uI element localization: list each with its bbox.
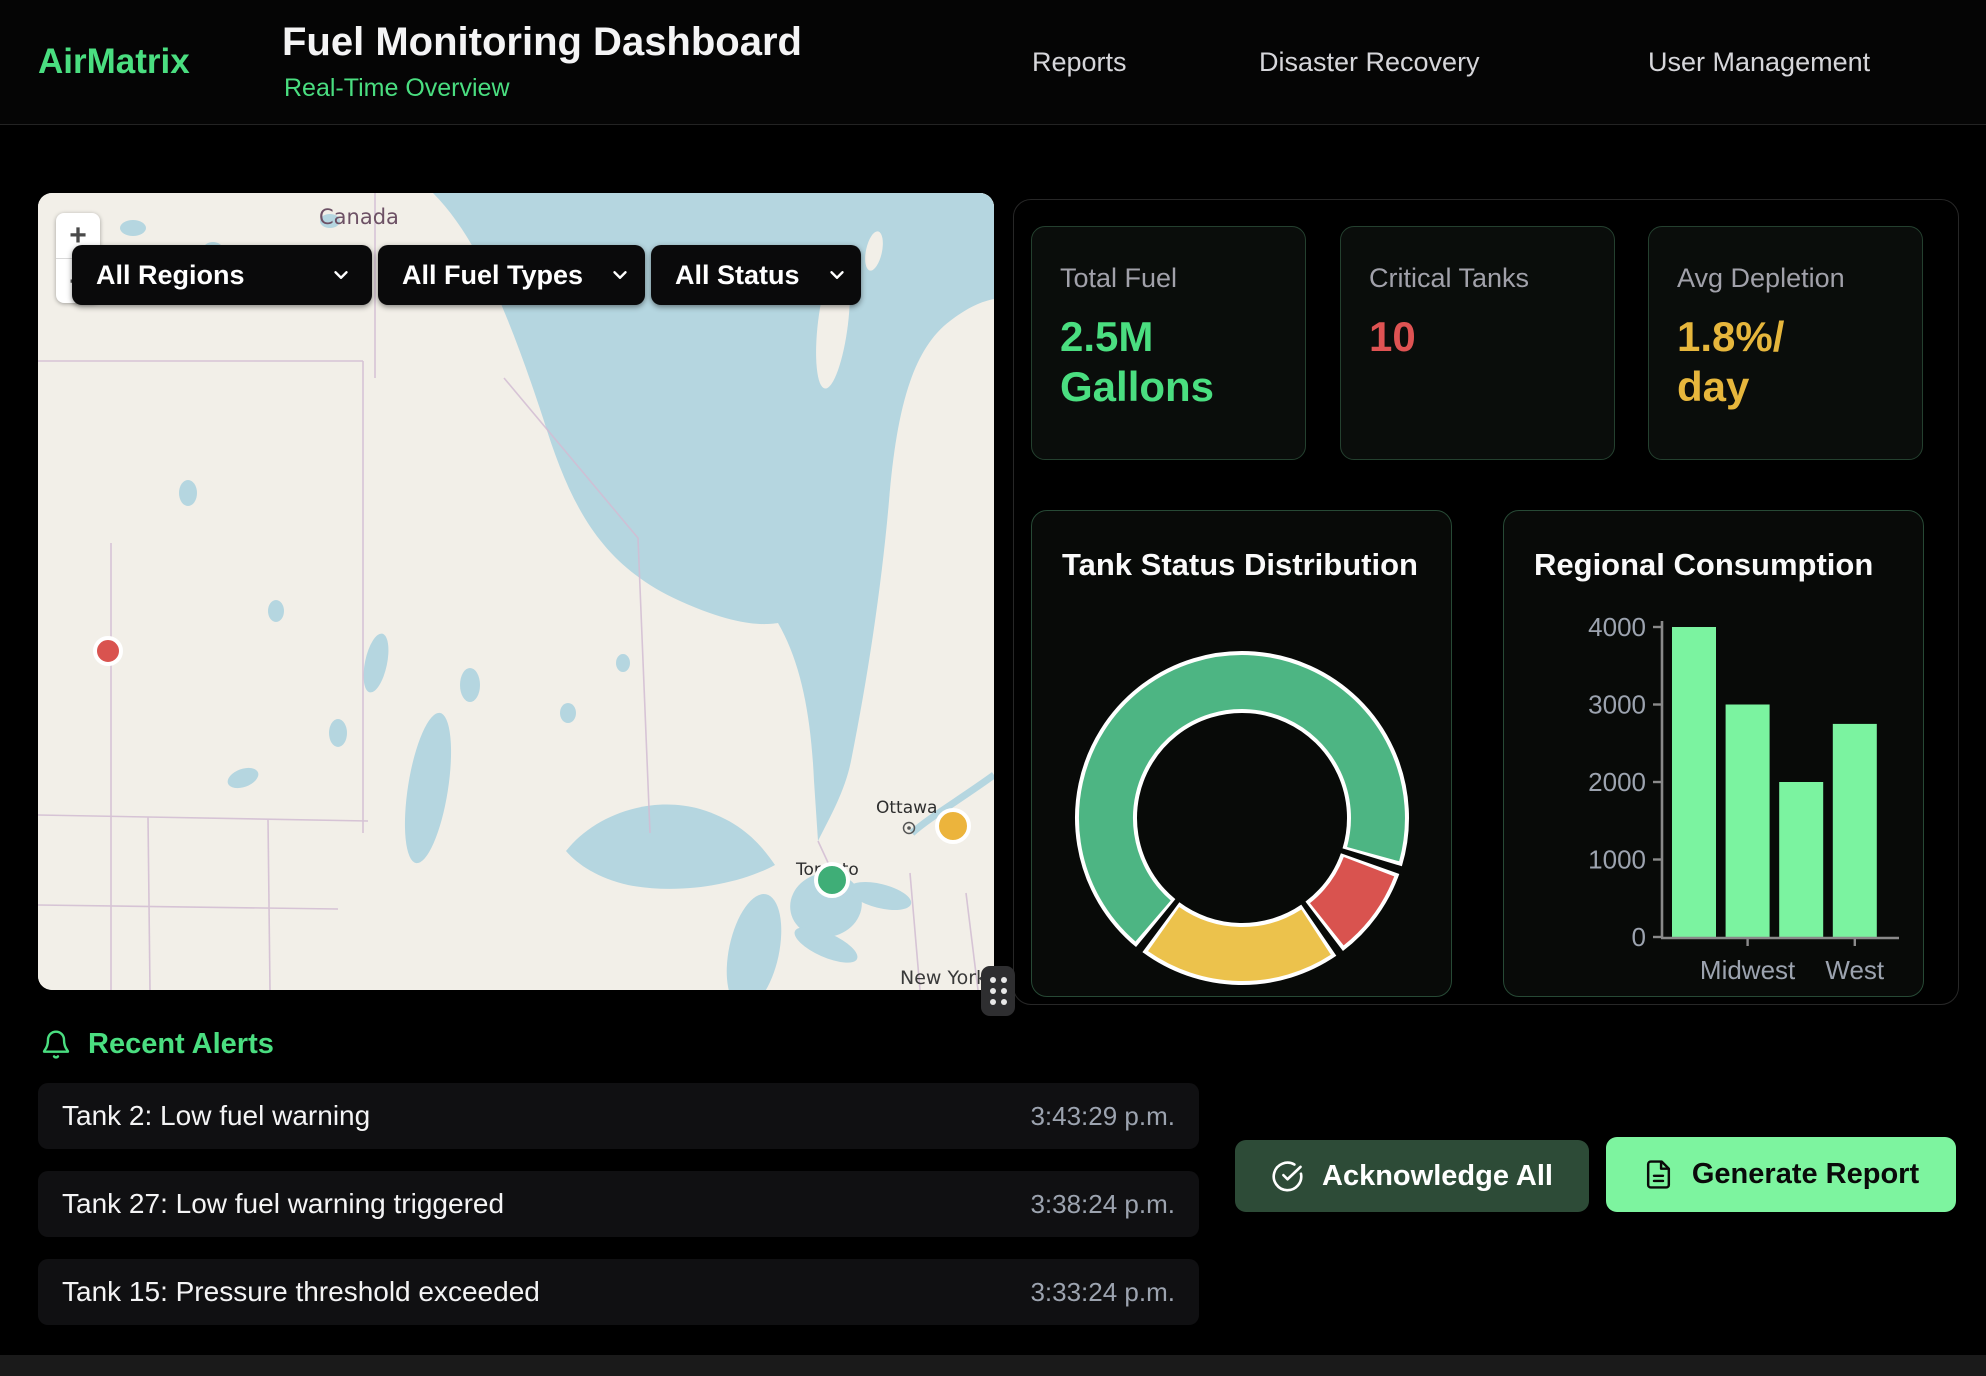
stat-card-total-fuel: Total Fuel 2.5M Gallons xyxy=(1031,226,1306,460)
generate-report-label: Generate Report xyxy=(1692,1158,1919,1191)
bar-2 xyxy=(1779,782,1823,937)
donut-segment-warning xyxy=(1164,929,1317,954)
alerts-title: Recent Alerts xyxy=(88,1028,274,1061)
map-label-canada: Canada xyxy=(319,205,399,229)
filter-status-dropdown[interactable]: All Status xyxy=(651,245,861,305)
nav-disaster-recovery[interactable]: Disaster Recovery xyxy=(1259,0,1480,124)
page-title: Fuel Monitoring Dashboard xyxy=(282,20,802,65)
acknowledge-all-label: Acknowledge All xyxy=(1322,1160,1553,1193)
generate-report-button[interactable]: Generate Report xyxy=(1606,1137,1956,1212)
filter-fueltypes-dropdown[interactable]: All Fuel Types xyxy=(378,245,645,305)
map-lake xyxy=(120,220,146,236)
stat-label: Critical Tanks xyxy=(1369,263,1614,294)
bar-1 xyxy=(1726,705,1770,938)
acknowledge-all-button[interactable]: Acknowledge All xyxy=(1235,1140,1589,1212)
map-city-dot-inner xyxy=(907,826,911,830)
map-canvas[interactable]: Canada Ottawa Toronto New York xyxy=(38,193,994,990)
nav-user-management[interactable]: User Management xyxy=(1648,0,1870,124)
alert-row[interactable]: Tank 27: Low fuel warning triggered 3:38… xyxy=(38,1171,1199,1237)
map-label-ottawa: Ottawa xyxy=(876,798,937,818)
map-lake xyxy=(616,654,630,672)
filter-regions-value: All Regions xyxy=(96,260,245,291)
map-marker-warning[interactable] xyxy=(937,810,969,842)
tank-status-donut-chart xyxy=(1032,511,1453,998)
map-lake xyxy=(268,600,284,622)
bar-ytick-label: 1000 xyxy=(1588,845,1646,875)
stat-value-line2: day xyxy=(1677,362,1922,412)
bottom-bar xyxy=(0,1355,1986,1376)
map-label-newyork: New York xyxy=(900,967,987,989)
alerts-header: Recent Alerts xyxy=(40,1028,274,1061)
bar-xtick-label: Midwest xyxy=(1700,955,1796,985)
stat-value-line2: Gallons xyxy=(1060,362,1305,412)
bar-0 xyxy=(1672,627,1716,937)
bar-ytick-label: 2000 xyxy=(1588,767,1646,797)
stat-card-avg-depletion: Avg Depletion 1.8%/ day xyxy=(1648,226,1923,460)
stat-value-line1: 10 xyxy=(1369,312,1614,362)
bar-chart-card: Regional Consumption 0 1000 2000 3000 4000 Mi… xyxy=(1503,510,1924,997)
regional-consumption-bar-chart: 0 1000 2000 3000 4000 Midwest West xyxy=(1504,511,1925,998)
nav-reports[interactable]: Reports xyxy=(1032,0,1127,124)
map-resize-handle[interactable] xyxy=(981,966,1015,1016)
alert-row[interactable]: Tank 2: Low fuel warning 3:43:29 p.m. xyxy=(38,1083,1199,1149)
stat-card-critical-tanks: Critical Tanks 10 xyxy=(1340,226,1615,460)
alert-time: 3:43:29 p.m. xyxy=(1030,1101,1175,1132)
stat-value-line1: 1.8%/ xyxy=(1677,312,1922,362)
metrics-panel: Total Fuel 2.5M Gallons Critical Tanks 1… xyxy=(1013,199,1959,1005)
alert-message: Tank 15: Pressure threshold exceeded xyxy=(62,1276,540,1308)
bar-ytick-label: 3000 xyxy=(1588,690,1646,720)
map-marker-critical[interactable] xyxy=(95,638,121,664)
donut-chart-card: Tank Status Distribution xyxy=(1031,510,1452,997)
check-circle-icon xyxy=(1271,1160,1304,1193)
chevron-down-icon xyxy=(609,264,631,286)
bar-chart-title: Regional Consumption xyxy=(1534,547,1873,583)
brand-logo: AirMatrix xyxy=(38,0,190,124)
bell-icon xyxy=(40,1029,72,1061)
bar-3 xyxy=(1833,724,1877,937)
alert-row[interactable]: Tank 15: Pressure threshold exceeded 3:3… xyxy=(38,1259,1199,1325)
stat-label: Avg Depletion xyxy=(1677,263,1922,294)
page-subtitle: Real-Time Overview xyxy=(284,74,510,103)
map-lake xyxy=(179,480,197,506)
filter-regions-dropdown[interactable]: All Regions xyxy=(72,245,372,305)
bar-ytick-label: 4000 xyxy=(1588,612,1646,642)
map-filters: All Regions All Fuel Types All Status xyxy=(72,245,861,305)
map-lake xyxy=(560,703,576,723)
filter-fueltypes-value: All Fuel Types xyxy=(402,260,583,291)
chevron-down-icon xyxy=(330,264,352,286)
filter-status-value: All Status xyxy=(675,260,800,291)
alert-time: 3:38:24 p.m. xyxy=(1030,1189,1175,1220)
bar-xtick-label: West xyxy=(1825,955,1885,985)
chevron-down-icon xyxy=(826,264,848,286)
bar-ytick-label: 0 xyxy=(1632,922,1646,952)
header: AirMatrix Fuel Monitoring Dashboard Real… xyxy=(0,0,1986,125)
stat-value-line1: 2.5M xyxy=(1060,312,1305,362)
map-marker-normal[interactable] xyxy=(816,864,848,896)
map-panel[interactable]: Canada Ottawa Toronto New York + − All R… xyxy=(38,193,994,990)
report-document-icon xyxy=(1643,1159,1674,1190)
alert-message: Tank 2: Low fuel warning xyxy=(62,1100,370,1132)
alert-message: Tank 27: Low fuel warning triggered xyxy=(62,1188,504,1220)
map-lake xyxy=(460,668,480,702)
map-lake xyxy=(329,719,347,747)
donut-chart-title: Tank Status Distribution xyxy=(1062,547,1418,583)
stat-label: Total Fuel xyxy=(1060,263,1305,294)
dashboard-page: AirMatrix Fuel Monitoring Dashboard Real… xyxy=(0,0,1986,1376)
alert-time: 3:33:24 p.m. xyxy=(1030,1277,1175,1308)
